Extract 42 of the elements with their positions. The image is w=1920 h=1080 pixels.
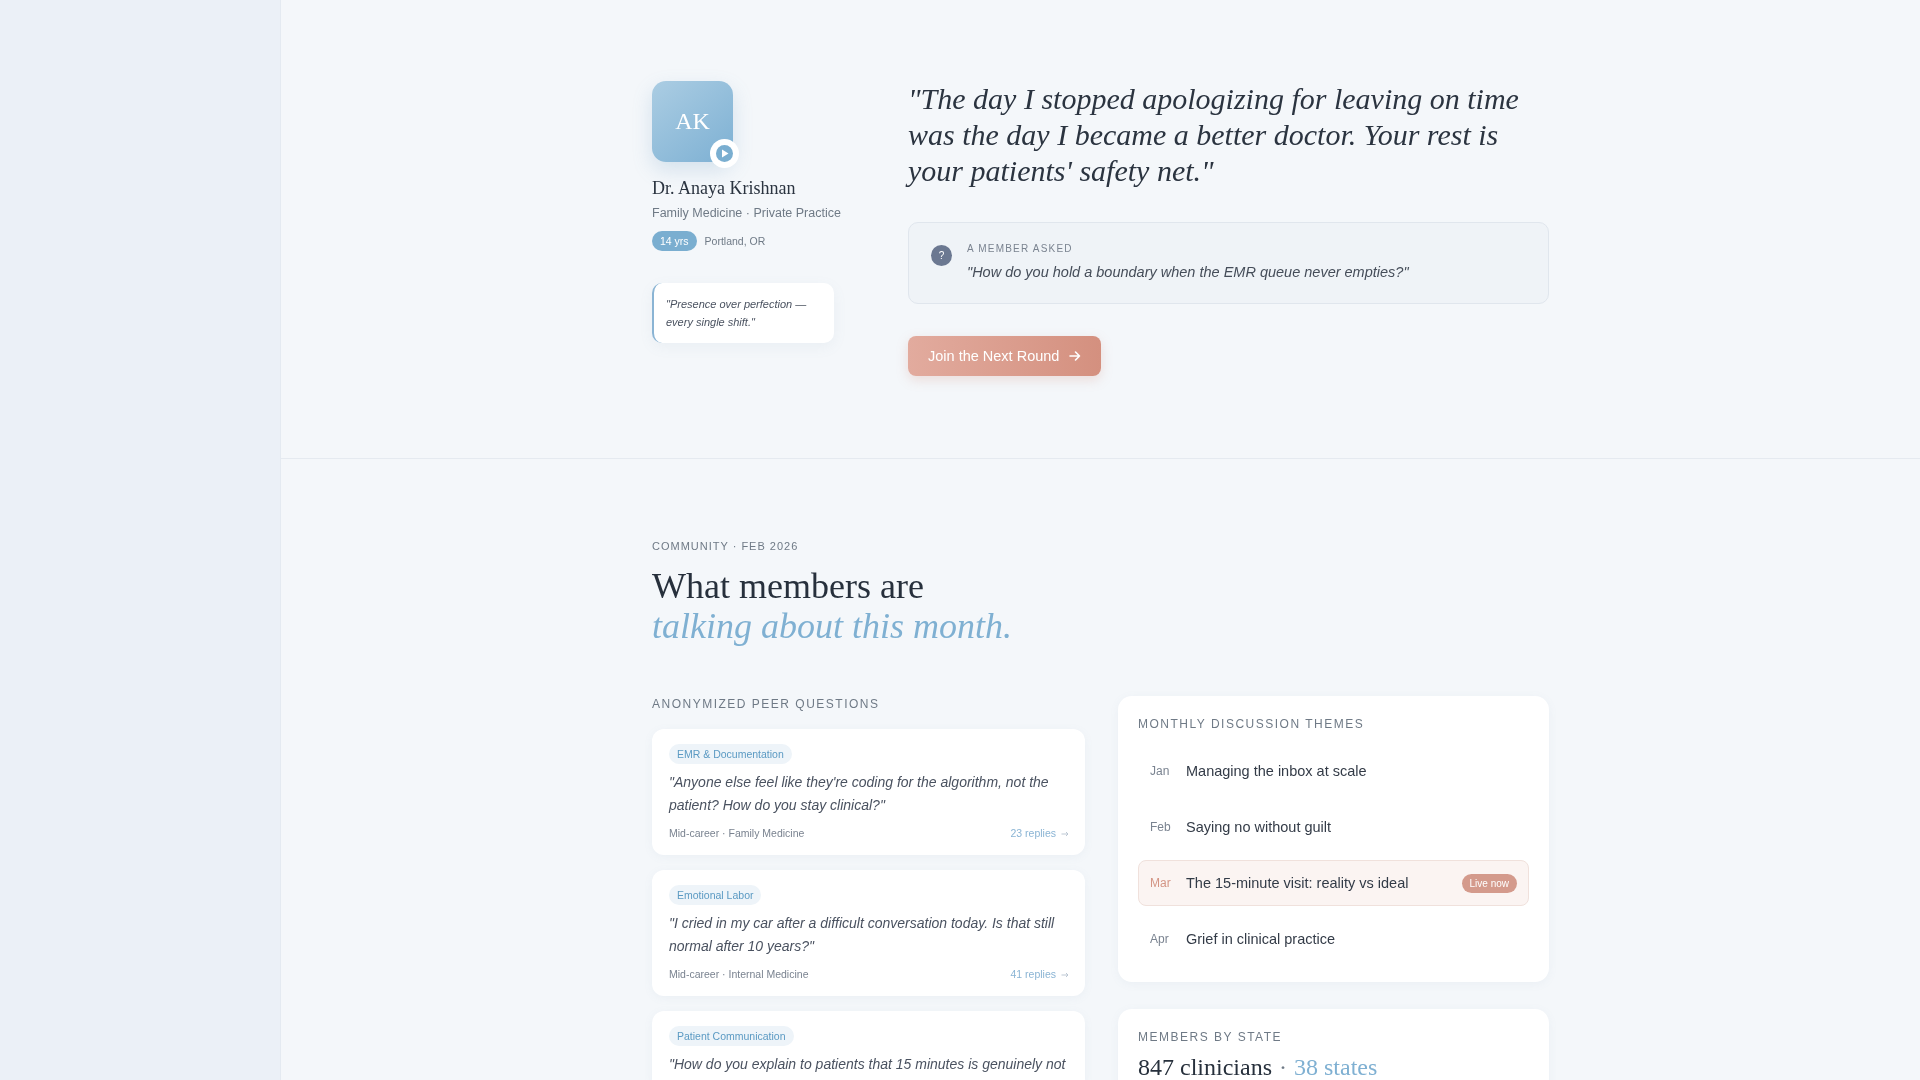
section-eyebrow: COMMUNITY · FEB 2026 [652,539,800,553]
theme-title: The 15-minute visit: reality vs ideal [1186,875,1409,891]
specialty-text: Family Medicine · Private Practice [652,205,842,221]
question-text: "Anyone else feel like they're coding for the algorithm, not the patient? How do you stay clinical?" [669,773,1050,815]
topic-tag: EMR & Documentation [669,744,792,764]
section-title: What members are [652,566,925,606]
theme-title: Saying no without guilt [1186,819,1332,835]
location-text: Portland, OR [704,235,766,247]
card-heading: MONTHLY DISCUSSION THEMES [1138,716,1366,732]
month-label: Mar [1150,876,1172,890]
question-label: A MEMBER ASKED [967,242,1074,256]
question-icon: ? [931,245,952,266]
theme-title: Grief in clinical practice [1186,931,1336,947]
topic-tag: Emotional Labor [669,885,762,905]
column-heading: ANONYMIZED PEER QUESTIONS [652,696,881,712]
join-round-button[interactable]: Join the Next Round [908,336,1102,376]
live-badge: Live now [1461,873,1517,893]
play-icon[interactable] [710,139,739,168]
avatar: AK [652,81,733,162]
month-label: Feb [1150,820,1172,834]
arrow-right-icon [1069,350,1082,362]
section-title-accent: talking about this month. [652,606,1013,646]
arrow-right-icon [1061,972,1069,978]
separator-text: · [1278,1053,1287,1080]
topic-tag: Patient Communication [669,1026,794,1046]
question-text: "How do you explain to patients that 15 minutes is genuinely not [669,1055,1067,1074]
replies-link[interactable]: 41 replies [1010,967,1069,981]
state-count: 38 states [1293,1053,1378,1080]
month-label: Jan [1150,764,1171,778]
question-text: "I cried in my car after a difficult conversation today. Is that still normal after 10 years?" [669,914,1056,956]
replies-link[interactable]: 23 replies [1010,826,1069,840]
author-meta: Mid-career · Internal Medicine [669,967,809,981]
doctor-name: Dr. Anaya Krishnan [652,177,797,200]
month-label: Apr [1150,932,1170,946]
theme-title: Managing the inbox at scale [1186,763,1367,779]
clinician-count: 847 clinicians [1138,1053,1272,1080]
author-meta: Mid-career · Family Medicine [669,826,805,840]
member-question-text: "How do you hold a boundary when the EMR queue never empties?" [967,263,1409,282]
card-heading: MEMBERS BY STATE [1138,1029,1284,1045]
experience-badge: 14 yrs [652,231,697,251]
motto-quote: "Presence over perfection — every single shift." [652,283,834,343]
arrow-right-icon [1061,831,1069,837]
